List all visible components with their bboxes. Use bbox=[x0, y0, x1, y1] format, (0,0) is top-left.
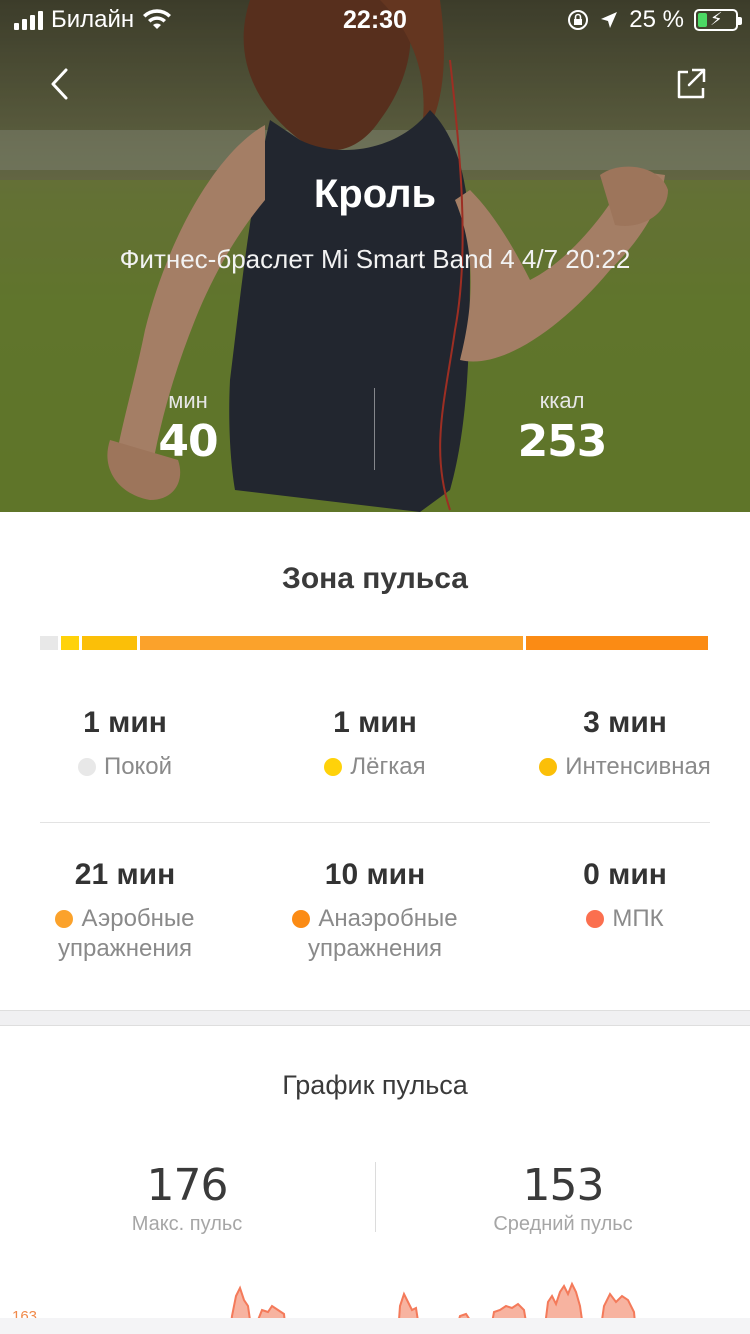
zone-label: Анаэробные упражнения bbox=[307, 905, 458, 962]
rotation-lock-icon bbox=[568, 10, 589, 30]
avg-pulse-stat: 153 Средний пульс bbox=[438, 1160, 688, 1236]
zone-bar-segment bbox=[61, 636, 80, 650]
zone-separator bbox=[40, 822, 710, 823]
chevron-left-icon[interactable] bbox=[44, 66, 78, 102]
zone-amount: 21 мин bbox=[74, 858, 176, 891]
zone-bar-segment bbox=[40, 636, 59, 650]
graph-stat-divider bbox=[375, 1162, 376, 1232]
summary-divider bbox=[374, 388, 375, 470]
avg-pulse-value: 153 bbox=[522, 1160, 605, 1211]
avg-pulse-caption: Средний пульс bbox=[493, 1213, 633, 1235]
zone-label: Лёгкая bbox=[350, 753, 426, 780]
zone-rest: 1 мин Покой bbox=[0, 706, 250, 782]
zone-amount: 0 мин bbox=[583, 858, 667, 891]
share-icon[interactable] bbox=[674, 66, 708, 102]
zone-label: Аэробные упражнения bbox=[57, 905, 195, 962]
workout-title: Кроль bbox=[313, 172, 437, 216]
zone-dot bbox=[77, 758, 96, 776]
max-pulse-stat: 176 Макс. пульс bbox=[62, 1160, 312, 1236]
section-gap bbox=[0, 1010, 750, 1026]
bottom-strip bbox=[0, 1318, 750, 1334]
heart-zone-section: Зона пульса 1 мин Покой 1 мин Лёгкая 3 м… bbox=[0, 512, 750, 1010]
battery-icon: ⚡ bbox=[694, 9, 742, 31]
location-icon bbox=[601, 12, 618, 28]
zone-dot bbox=[586, 910, 605, 928]
zone-dot bbox=[292, 910, 311, 928]
zone-amount: 3 мин bbox=[583, 706, 667, 739]
zone-bar-segment bbox=[525, 636, 708, 650]
max-pulse-caption: Макс. пульс bbox=[131, 1213, 243, 1235]
workout-summary: мин 40 ккал 253 bbox=[0, 388, 750, 472]
zone-anaerobic: 10 мин Анаэробные упражнения bbox=[250, 858, 500, 964]
heart-zone-bar bbox=[40, 636, 708, 650]
heart-zone-title: Зона пульса bbox=[282, 562, 468, 595]
zone-vo2max: 0 мин МПК bbox=[500, 858, 750, 934]
heart-graph-section: График пульса 176 Макс. пульс 153 Средни… bbox=[0, 1026, 750, 1334]
calories-unit: ккал bbox=[539, 388, 585, 413]
zone-light: 1 мин Лёгкая bbox=[250, 706, 500, 782]
zone-intensive: 3 мин Интенсивная bbox=[500, 706, 750, 782]
device-and-date: Фитнес-браслет Mi Smart Band 4 4/7 20:22 bbox=[119, 244, 631, 274]
zone-label: МПК bbox=[612, 905, 664, 932]
battery-percent: 25 % bbox=[629, 6, 684, 33]
heart-graph-title: График пульса bbox=[282, 1070, 468, 1100]
duration-unit: мин bbox=[168, 388, 208, 413]
zone-bar-segment bbox=[82, 636, 138, 650]
zone-label: Интенсивная bbox=[565, 753, 711, 780]
status-bar: Билайн 22:30 25 % ⚡ bbox=[0, 0, 750, 40]
zone-dot bbox=[539, 758, 558, 776]
zone-amount: 10 мин bbox=[324, 858, 426, 891]
zone-amount: 1 мин bbox=[333, 706, 417, 739]
workout-hero: Билайн 22:30 25 % ⚡ Кроль Фитнес-браслет… bbox=[0, 0, 750, 512]
calories-value: 253 bbox=[517, 416, 608, 467]
duration-value: 40 bbox=[158, 416, 218, 467]
zone-bar-segment bbox=[140, 636, 523, 650]
zone-label: Покой bbox=[103, 753, 173, 780]
zone-amount: 1 мин bbox=[83, 706, 167, 739]
zone-dot bbox=[55, 910, 74, 928]
max-pulse-value: 176 bbox=[146, 1160, 229, 1211]
duration-stat: мин 40 bbox=[88, 388, 288, 467]
zone-dot bbox=[324, 758, 343, 776]
calories-stat: ккал 253 bbox=[462, 388, 662, 467]
zone-aerobic: 21 мин Аэробные упражнения bbox=[0, 858, 250, 964]
